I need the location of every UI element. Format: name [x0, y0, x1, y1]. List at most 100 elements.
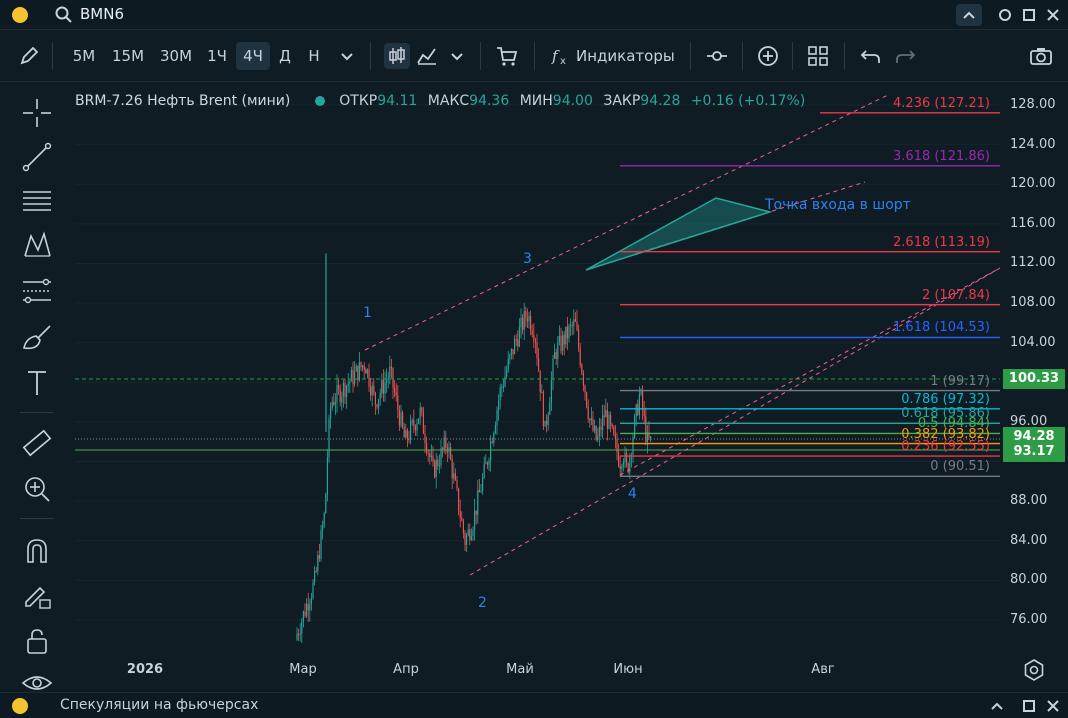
wave-label: 2 [478, 595, 487, 611]
close-icon[interactable] [1040, 4, 1066, 26]
price-axis[interactable]: 128.00 124.00 120.00 116.00 112.00 108.00 104.… [1000, 82, 1068, 654]
candle-body [541, 392, 543, 394]
timeframe-4h[interactable]: 4Ч [236, 42, 270, 70]
crosshair-icon[interactable] [20, 96, 54, 130]
candle-body [525, 311, 527, 318]
candle-body [528, 315, 530, 322]
candle-body [462, 520, 464, 533]
timeframe-week[interactable]: Н [302, 42, 326, 70]
change-value: +0.16 (+0.17%) [690, 93, 806, 109]
candle-body [480, 491, 482, 493]
add-icon[interactable] [755, 43, 781, 69]
candle-body [347, 383, 349, 386]
lock-drawings-icon[interactable] [20, 578, 54, 612]
candle-body [517, 339, 519, 347]
redo-icon[interactable] [892, 43, 918, 69]
replay-icon[interactable] [704, 43, 730, 69]
candle-body [477, 489, 479, 515]
maximize-icon[interactable] [1016, 4, 1042, 26]
magnet-icon[interactable] [20, 534, 54, 568]
candle-body [650, 436, 652, 438]
maximize-icon[interactable] [1016, 695, 1042, 717]
candle-body [499, 387, 501, 401]
timeframe-30m[interactable]: 30М [154, 42, 198, 70]
timeframe-5m[interactable]: 5М [66, 42, 102, 70]
camera-icon[interactable] [1028, 43, 1054, 69]
candle-body [336, 385, 338, 403]
close-icon[interactable] [1040, 695, 1066, 717]
candle-body [357, 365, 359, 381]
search-icon[interactable] [54, 5, 74, 25]
pencil-icon[interactable] [16, 43, 42, 69]
candle-body [486, 462, 488, 465]
candle-body [320, 530, 322, 560]
symbol-name[interactable]: BMN6 [80, 5, 124, 23]
candle-body [490, 441, 492, 461]
pattern-icon[interactable] [20, 228, 54, 262]
candle-body [450, 447, 452, 460]
area-chart-icon[interactable] [414, 43, 440, 69]
undo-icon[interactable] [858, 43, 884, 69]
candle-body [566, 326, 568, 339]
trend-line-icon[interactable] [20, 140, 54, 174]
fib-level-label: 1 (99.17) [930, 373, 990, 389]
text-tool-icon[interactable] [20, 366, 54, 400]
candle-body [315, 570, 317, 572]
window-color-dot[interactable] [12, 698, 28, 714]
window-color-dot[interactable] [12, 7, 28, 23]
price-tick: 88.00 [1010, 493, 1048, 509]
cart-icon[interactable] [494, 43, 520, 69]
candle-body [523, 311, 525, 330]
candle-body [435, 459, 437, 478]
candle-body [390, 366, 392, 369]
ruler-icon[interactable] [20, 426, 54, 460]
candle-body [606, 410, 608, 429]
chart-canvas[interactable] [75, 82, 1000, 654]
fib-retracement-icon[interactable] [20, 274, 54, 308]
wave-label: 1 [363, 305, 372, 321]
candle-body [634, 416, 636, 438]
candle-body [605, 410, 607, 418]
lock-icon[interactable] [20, 624, 54, 658]
candle-body [342, 383, 344, 397]
candle-body [538, 358, 540, 371]
candle-body [467, 529, 469, 536]
candle-body [328, 418, 330, 458]
chevron-down-icon[interactable] [334, 43, 360, 69]
wave-label: 4 [628, 486, 637, 502]
candle-body [314, 570, 316, 583]
layout-grid-icon[interactable] [805, 43, 831, 69]
candle-body [461, 517, 463, 521]
minimize-icon[interactable] [992, 4, 1018, 26]
chevron-down-icon[interactable] [444, 43, 470, 69]
collapse-up-icon[interactable] [984, 695, 1010, 717]
candle-body [555, 352, 557, 359]
timeframe-day[interactable]: Д [274, 42, 296, 70]
close-label: ЗАКР [603, 93, 641, 109]
timeframe-15m[interactable]: 15М [106, 42, 150, 70]
collapse-up-icon[interactable] [956, 4, 982, 26]
candle-body [483, 463, 485, 478]
candles-icon[interactable] [384, 43, 410, 69]
candle-body [645, 416, 647, 443]
candle-body [514, 339, 516, 355]
price-tick: 108.00 [1010, 295, 1056, 311]
short-entry-annotation[interactable]: Точка входа в шорт [765, 197, 911, 213]
zoom-in-icon[interactable] [20, 472, 54, 506]
candle-body [598, 426, 600, 436]
brush-icon[interactable] [20, 320, 54, 354]
timeframe-1h[interactable]: 1Ч [202, 42, 232, 70]
candle-body [506, 370, 508, 377]
svg-text:x: x [560, 56, 566, 67]
settings-icon[interactable] [1022, 658, 1046, 682]
candle-body [518, 327, 520, 347]
fib-level-label: 0.236 (92.55) [901, 439, 990, 455]
horizontal-lines-icon[interactable] [20, 184, 54, 218]
candle-body [600, 426, 602, 431]
price-chart[interactable] [75, 82, 1000, 654]
low-value: 94.00 [552, 93, 593, 109]
candle-body [536, 342, 538, 359]
indicators-button[interactable]: Индикаторы [576, 42, 676, 70]
indicators-icon[interactable]: f x [548, 43, 574, 69]
time-axis[interactable]: 2026 Мар Апр Май Июн Авг [75, 654, 1000, 686]
